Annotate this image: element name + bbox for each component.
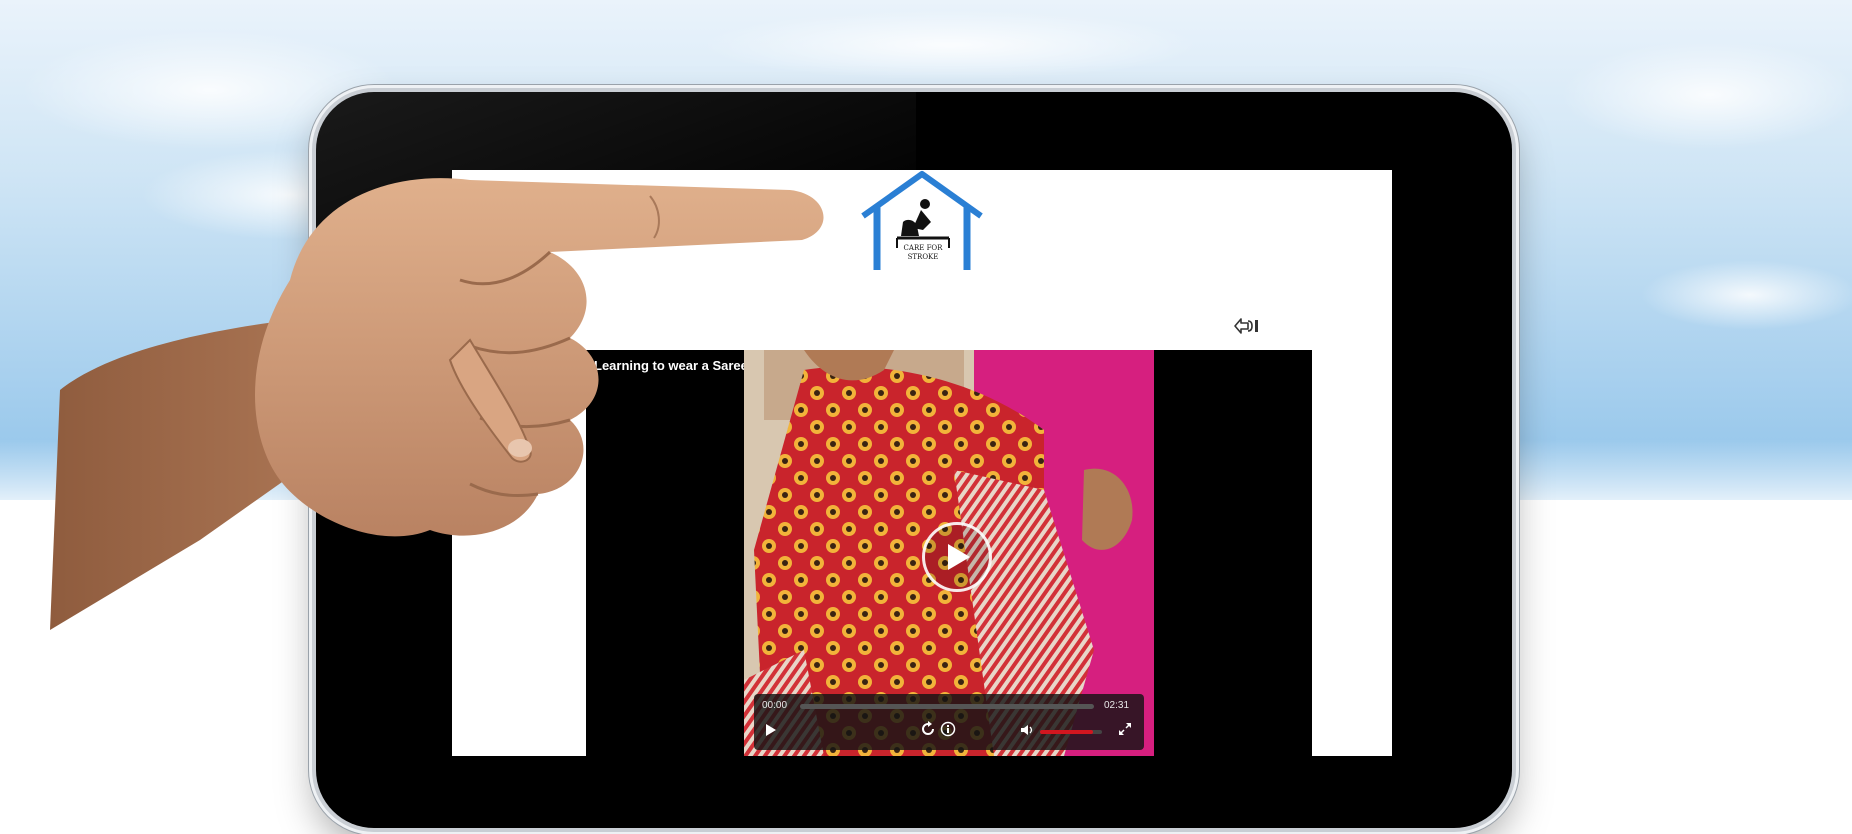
volume-icon: [1021, 725, 1033, 735]
logo-text-line2: STROKE: [908, 253, 939, 261]
play-icon: [766, 724, 776, 736]
fullscreen-button[interactable]: [1118, 722, 1132, 741]
video-frame[interactable]: 00:00 02:31: [744, 350, 1154, 756]
duration: 02:31: [1104, 700, 1130, 711]
play-icon: [948, 544, 970, 570]
fullscreen-icon: [1119, 723, 1131, 735]
exit-button[interactable]: [1228, 312, 1264, 340]
video-title: Learning to wear a Saree: [594, 358, 748, 373]
app-screen: CARE FOR STROKE Learning to wear a Saree: [452, 170, 1392, 756]
info-button[interactable]: [940, 721, 956, 742]
logo-text-line1: CARE FOR: [904, 244, 944, 252]
video-controls: 00:00 02:31: [754, 694, 1144, 750]
exit-icon: [1234, 318, 1258, 334]
tablet-camera: [368, 447, 384, 463]
info-icon: [940, 721, 956, 737]
current-time: 00:00: [762, 700, 788, 711]
play-button[interactable]: [764, 722, 778, 743]
video-player[interactable]: Learning to wear a Saree 00:00 02:31: [586, 350, 1312, 756]
volume-slider[interactable]: [1040, 730, 1102, 734]
volume-button[interactable]: [1020, 723, 1034, 741]
replay-button[interactable]: [920, 721, 936, 742]
replay-icon: [922, 721, 934, 735]
play-overlay-button[interactable]: [922, 522, 992, 592]
progress-bar[interactable]: [800, 704, 1094, 709]
care-for-stroke-logo: CARE FOR STROKE: [857, 170, 987, 272]
volume-level: [1040, 730, 1093, 734]
